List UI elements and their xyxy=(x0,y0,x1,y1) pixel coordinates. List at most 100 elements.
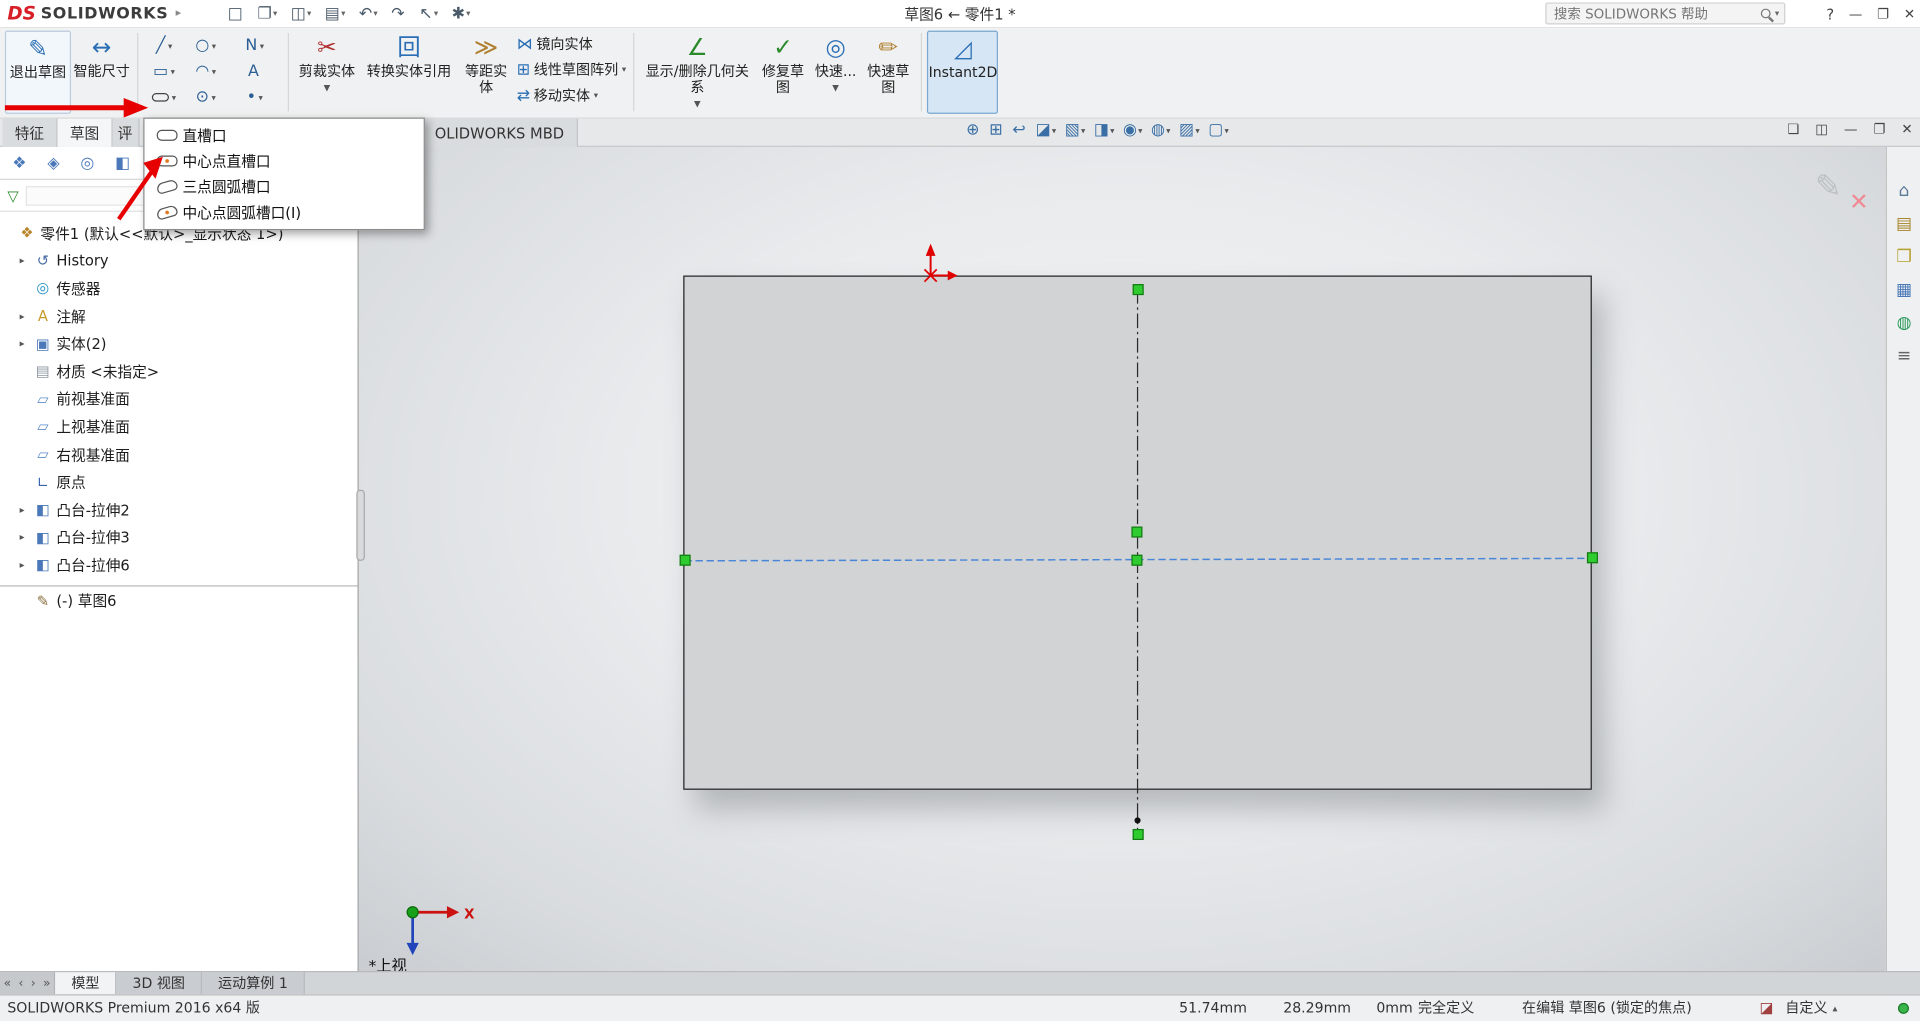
tree-item-front-plane[interactable]: ▱ 前视基准面 xyxy=(0,385,358,413)
select-icon[interactable]: ↖ ▾ xyxy=(417,3,441,24)
tree-item-top-plane[interactable]: ▱ 上视基准面 xyxy=(0,413,358,441)
search-box[interactable]: ▾ xyxy=(1545,2,1786,25)
tree-item-solid-bodies[interactable]: ▸ ▣ 实体(2) xyxy=(0,330,358,358)
options-gear-icon[interactable]: ✱ ▾ xyxy=(449,3,473,24)
tab-scroll-icon[interactable]: « xyxy=(4,977,12,990)
tool-caret-icon[interactable]: ▾ xyxy=(211,92,215,102)
zoom-area-icon[interactable]: ⊞ xyxy=(987,121,1006,139)
minimize-icon[interactable]: — xyxy=(1849,6,1862,22)
new-document-icon[interactable]: □ xyxy=(225,3,246,24)
custom-properties-icon[interactable]: ≡ xyxy=(1897,347,1911,367)
search-icon[interactable] xyxy=(1761,8,1772,19)
previous-view-icon[interactable]: ↩ xyxy=(1010,121,1029,139)
tree-item-origin[interactable]: ∟ 原点 xyxy=(0,468,358,496)
tree-item-annotations[interactable]: ▸ A 注解 xyxy=(0,302,358,330)
expand-arrow-icon[interactable]: ▸ xyxy=(20,311,33,322)
tab-sketch[interactable]: 草图 xyxy=(57,118,113,147)
tab-scroll-icon[interactable]: ‹ xyxy=(19,977,24,990)
search-input[interactable] xyxy=(1551,4,1758,23)
display-style-icon[interactable]: ◨ ▾ xyxy=(1091,121,1116,139)
dropdown-caret-icon[interactable]: ▾ xyxy=(1110,126,1114,136)
tab-features[interactable]: 特征 xyxy=(2,118,58,147)
expand-arrow-icon[interactable]: ▸ xyxy=(20,338,33,349)
ellipse-tool-icon[interactable]: ⊙ ▾ xyxy=(185,84,227,110)
point-tool-icon[interactable]: • ▾ xyxy=(227,84,283,110)
resources-home-icon[interactable]: ⌂ xyxy=(1899,181,1910,201)
custom-toolbar-button[interactable]: 自定义 ▴ xyxy=(1785,996,1837,1021)
configurationmanager-tab-icon[interactable]: ◎ xyxy=(80,154,94,172)
dropdown-caret-icon[interactable]: ▾ xyxy=(622,65,626,75)
hide-items-icon[interactable]: ◉ ▾ xyxy=(1121,121,1145,139)
dropdown-caret-icon[interactable]: ▾ xyxy=(1052,126,1056,136)
propertymanager-tab-icon[interactable]: ◈ xyxy=(47,154,59,172)
sketch-point-handle[interactable] xyxy=(1132,828,1144,841)
move-entities-button[interactable]: ⇄ 移动实体 ▾ xyxy=(517,86,626,106)
help-button[interactable]: ? xyxy=(1826,6,1834,23)
redo-icon[interactable]: ↷ xyxy=(389,3,408,24)
dropdown-caret-icon[interactable]: ▾ xyxy=(341,9,345,19)
dropdown-caret-icon[interactable]: ▾ xyxy=(594,91,598,101)
tool-caret-icon[interactable]: ▾ xyxy=(260,41,264,51)
sketch-point-handle[interactable] xyxy=(1131,554,1143,566)
section-view-icon[interactable]: ◪ ▾ xyxy=(1033,121,1058,139)
instant2d-button[interactable]: ◿ Instant2D xyxy=(927,30,999,114)
sketch-point-handle[interactable] xyxy=(1586,552,1598,564)
circle-tool-icon[interactable]: ○ ▾ xyxy=(185,33,227,59)
tab-solidworks-mbd[interactable]: OLIDWORKS MBD xyxy=(422,118,578,147)
tool-caret-icon[interactable]: ▾ xyxy=(258,92,262,102)
close-icon[interactable]: ✕ xyxy=(1904,6,1915,22)
confirmation-corner-sketch-icon[interactable]: ✎ xyxy=(1815,169,1842,206)
menu-item-3point-arc-slot[interactable]: 三点圆弧槽口 xyxy=(144,174,423,200)
spline-tool-icon[interactable]: N ▾ xyxy=(227,33,283,59)
status-flag-icon[interactable]: ◪ xyxy=(1760,996,1774,1021)
dropdown-caret-icon[interactable]: ▾ xyxy=(1224,126,1228,136)
line-tool-icon[interactable]: ╱ ▾ xyxy=(143,33,185,59)
dropdown-caret-icon[interactable]: ▾ xyxy=(434,9,438,19)
expand-arrow-icon[interactable]: ▸ xyxy=(20,532,33,543)
tree-item-material[interactable]: ▤ 材质 <未指定> xyxy=(0,358,358,386)
quick-snaps-button[interactable]: ◎ 快速... ▼ xyxy=(811,31,860,114)
menu-item-centerpoint-straight-slot[interactable]: 中心点直槽口 xyxy=(144,148,423,174)
dropdown-caret-icon[interactable]: ▾ xyxy=(1081,126,1085,136)
close-doc-icon[interactable]: ✕ xyxy=(1901,121,1912,137)
graphics-area[interactable]: X ✎ ✕ *上视 xyxy=(358,146,1886,972)
tab-model[interactable]: 模型 xyxy=(55,972,117,995)
undo-icon[interactable]: ↶ ▾ xyxy=(356,3,380,24)
view-settings-icon[interactable]: ▢ ▾ xyxy=(1206,121,1231,139)
text-tool-icon[interactable]: A xyxy=(227,59,283,85)
tab-3d-views[interactable]: 3D 视图 xyxy=(116,972,203,995)
tree-item-sensors[interactable]: ◎ 传感器 xyxy=(0,275,358,303)
dropdown-caret-icon[interactable]: ▾ xyxy=(1138,126,1142,136)
tile-windows-icon[interactable]: ◫ xyxy=(1815,121,1828,137)
tool-caret-icon[interactable]: ▾ xyxy=(172,92,176,102)
line-endpoint[interactable] xyxy=(1134,817,1141,824)
filter-funnel-icon[interactable]: ▽ xyxy=(7,187,18,204)
apply-scene-icon[interactable]: ▨ ▾ xyxy=(1177,121,1202,139)
dropdown-caret-icon[interactable]: ▼ xyxy=(694,97,701,113)
featuremanager-tab-icon[interactable]: ❖ xyxy=(12,154,26,172)
appearances-icon[interactable]: ◍ xyxy=(1897,313,1912,333)
file-explorer-icon[interactable]: ❒ xyxy=(1896,247,1911,267)
tree-item-history[interactable]: ▸ ↺ History xyxy=(0,247,358,275)
mirror-entities-button[interactable]: ⋈ 镜向实体 xyxy=(517,34,626,54)
print-icon[interactable]: ▤ ▾ xyxy=(322,3,347,24)
dropdown-caret-icon[interactable]: ▾ xyxy=(373,9,377,19)
slot-tool-icon[interactable]: ▾ xyxy=(143,84,185,110)
dropdown-caret-icon[interactable]: ▼ xyxy=(324,81,331,97)
convert-entities-button[interactable]: 回 转换实体引用 xyxy=(360,31,458,114)
linear-pattern-button[interactable]: ⊞ 线性草图阵列 ▾ xyxy=(517,60,626,80)
expand-arrow-icon[interactable]: ▸ xyxy=(20,559,33,570)
open-icon[interactable]: ❐ ▾ xyxy=(255,3,280,24)
offset-entities-button[interactable]: ≫ 等距实体 xyxy=(458,31,514,114)
dimxpertmanager-tab-icon[interactable]: ◧ xyxy=(115,154,130,172)
menu-item-centerpoint-arc-slot[interactable]: 中心点圆弧槽口(I) xyxy=(144,200,423,226)
tree-item-sketch6[interactable]: ✎ (-) 草图6 xyxy=(0,584,358,613)
restore-doc-icon[interactable]: ❐ xyxy=(1873,121,1885,137)
dropdown-caret-icon[interactable]: ▾ xyxy=(466,9,470,19)
repair-sketch-button[interactable]: ✓ 修复草图 xyxy=(755,31,811,114)
expand-arrow-icon[interactable]: ▸ xyxy=(20,504,33,515)
tree-item-boss-extrude6[interactable]: ▸ ◧ 凸台-拉伸6 xyxy=(0,551,358,579)
rectangle-tool-icon[interactable]: ▭ ▾ xyxy=(143,59,185,85)
tab-evaluate[interactable]: 评 xyxy=(112,118,140,147)
expand-arrow-icon[interactable]: ▸ xyxy=(20,255,33,266)
